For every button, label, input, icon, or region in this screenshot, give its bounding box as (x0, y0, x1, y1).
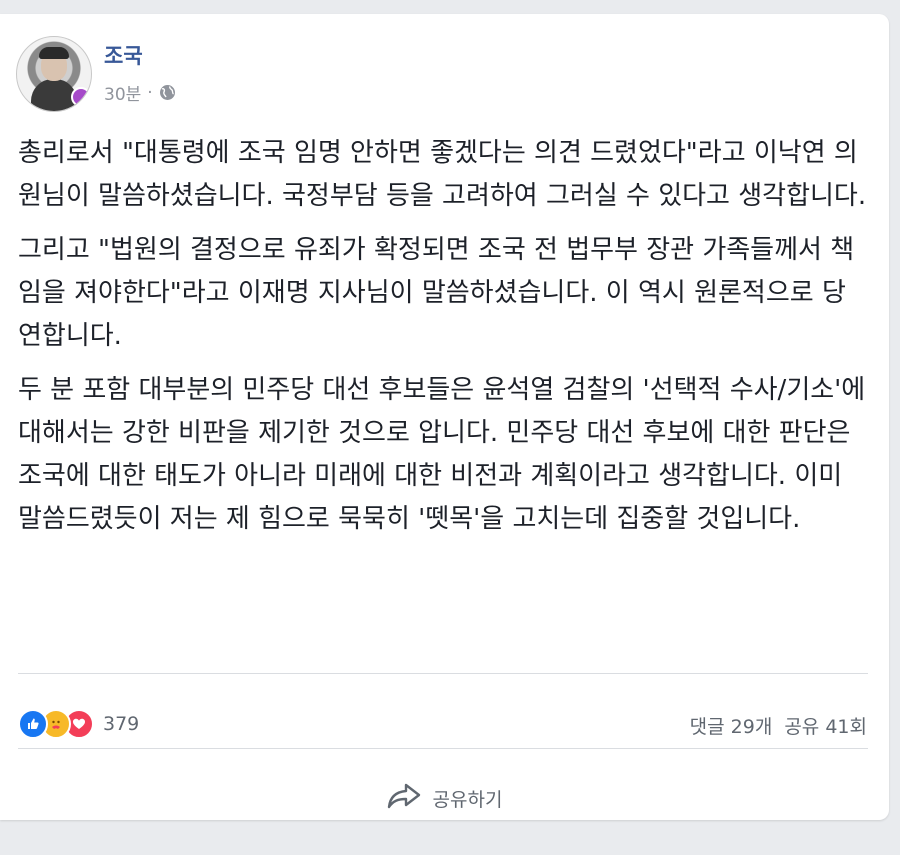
globe-icon (159, 84, 176, 101)
like-icon (18, 709, 48, 739)
share-arrow-icon (387, 783, 421, 814)
post-card: 조국 30분 · 총리로서 "대통령에 조국 임명 안하면 좋겠다는 의견 드렸… (0, 14, 889, 820)
meta-separator: · (147, 82, 153, 103)
post-body: 총리로서 "대통령에 조국 임명 안하면 좋겠다는 의견 드렸었다"라고 이낙연… (18, 132, 868, 552)
engagement-stats: 댓글 29개 공유 41회 (690, 712, 867, 739)
author-name[interactable]: 조국 (104, 40, 143, 70)
share-count[interactable]: 공유 41회 (784, 712, 867, 739)
post-header: 조국 30분 · (16, 36, 876, 112)
comment-count[interactable]: 댓글 29개 (690, 712, 773, 739)
reaction-count: 379 (103, 713, 140, 735)
divider (18, 748, 868, 749)
share-label: 공유하기 (432, 788, 503, 811)
post-meta: 30분 · (104, 80, 176, 105)
post-paragraph: 두 분 포함 대부분의 민주당 대선 후보들은 윤석열 검찰의 '선택적 수사/… (18, 375, 866, 534)
post-paragraph: 그리고 "법원의 결정으로 유죄가 확정되면 조국 전 법무부 장관 가족들께서… (18, 235, 855, 351)
share-button[interactable]: 공유하기 (0, 776, 889, 820)
post-paragraph: 총리로서 "대통령에 조국 임명 안하면 좋겠다는 의견 드렸었다"라고 이낙연… (18, 138, 867, 211)
post-time[interactable]: 30분 (104, 80, 141, 105)
badge-icon (71, 87, 91, 107)
avatar[interactable] (16, 36, 92, 112)
divider (18, 673, 868, 674)
reactions-summary[interactable]: 379 (18, 708, 139, 740)
